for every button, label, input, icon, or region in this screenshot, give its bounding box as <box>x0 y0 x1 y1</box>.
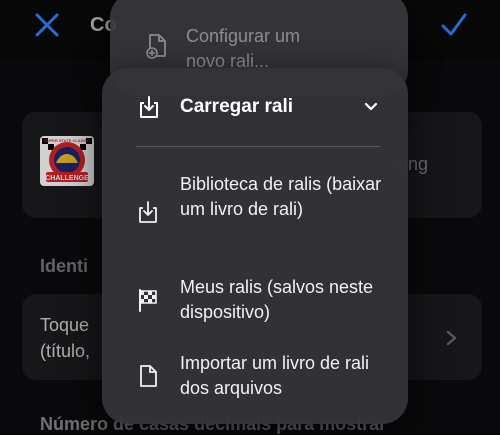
document-icon <box>140 365 157 387</box>
menu-item-label: Importar um livro de rali dos arquivos <box>180 353 370 398</box>
download-tray-icon <box>139 201 157 223</box>
menu-item-rally-library[interactable]: Biblioteca de ralis (baixar um livro de … <box>102 172 408 248</box>
menu-divider <box>136 146 380 147</box>
document-plus-icon <box>146 34 166 59</box>
download-tray-icon <box>140 96 158 118</box>
checkered-flag-icon <box>139 289 157 312</box>
menu-header-title[interactable]: Carregar rali <box>180 96 293 118</box>
menu-item-import-file[interactable]: Importar um livro de rali dos arquivos <box>102 351 408 403</box>
chevron-down-icon[interactable] <box>364 102 378 112</box>
menu-item-my-rallies[interactable]: Meus ralis (salvos neste dispositivo) <box>102 275 408 327</box>
menu-item-label: Biblioteca de ralis (baixar um livro de … <box>180 174 382 219</box>
configure-rally-label[interactable]: Configurar um novo rali... <box>186 24 336 74</box>
menu-item-label: Meus ralis (salvos neste dispositivo) <box>180 277 374 322</box>
